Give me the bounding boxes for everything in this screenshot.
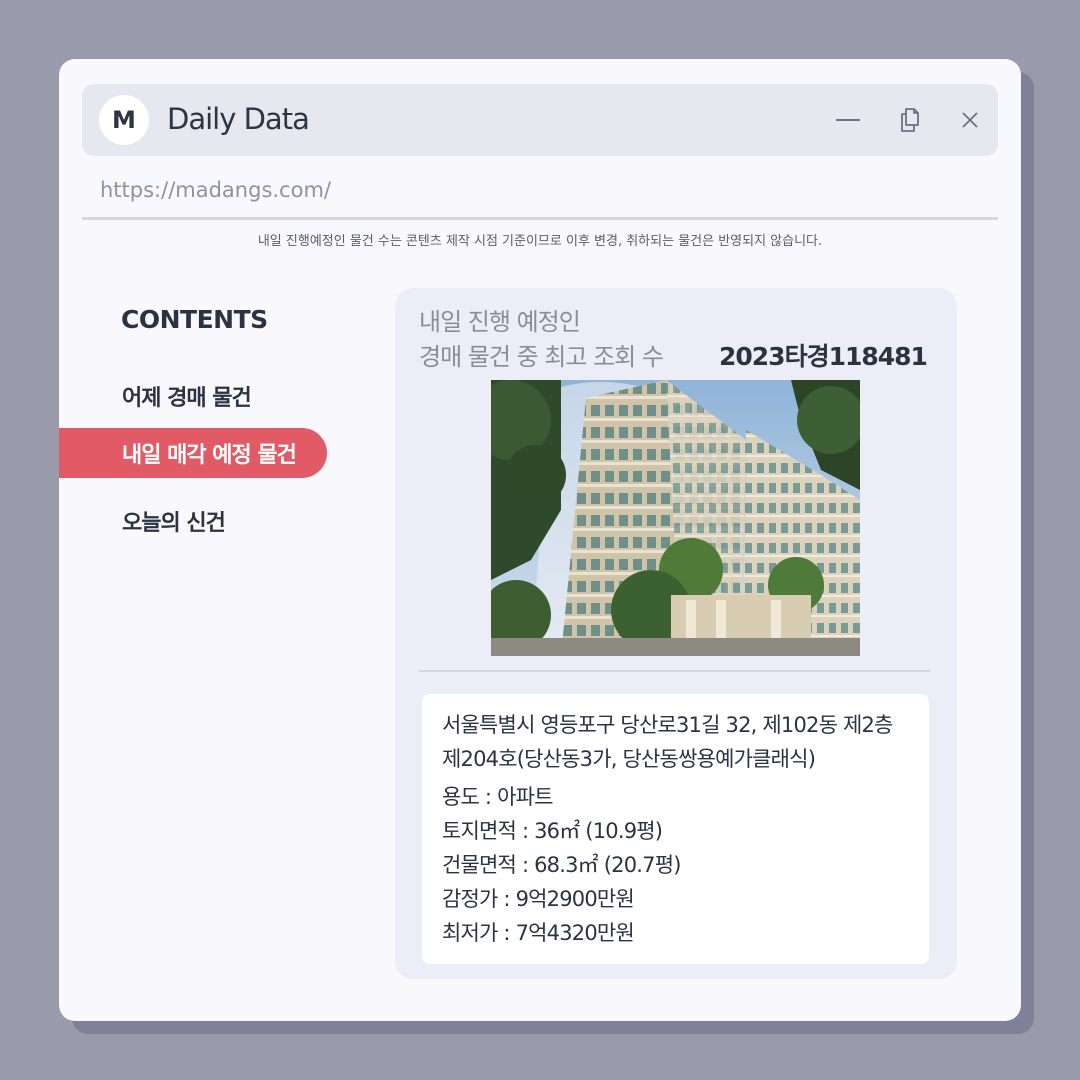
title-bar: M Daily Data bbox=[82, 84, 998, 156]
close-button[interactable] bbox=[952, 102, 988, 138]
copy-icon bbox=[901, 108, 919, 132]
property-photo bbox=[491, 380, 860, 656]
minimize-button[interactable] bbox=[830, 102, 866, 138]
nav-item-today-new[interactable]: 오늘의 신건 bbox=[59, 496, 327, 546]
contents-heading: CONTENTS bbox=[121, 305, 268, 334]
url-text[interactable]: https://madangs.com/ bbox=[100, 178, 331, 202]
usage-text: 용도 : 아파트 bbox=[442, 785, 553, 809]
app-window: M Daily Data https://madangs.com/ 내일 진행예… bbox=[59, 59, 1021, 1021]
url-underline bbox=[82, 217, 998, 220]
card-title-line1: 내일 진행 예정인 bbox=[419, 308, 581, 336]
card-divider bbox=[419, 670, 930, 672]
card-title-line2: 경매 물건 중 최고 조회 수 bbox=[419, 343, 664, 371]
building-area-text: 건물면적 : 68.3㎡ (20.7평) bbox=[442, 853, 681, 877]
close-icon bbox=[962, 112, 978, 128]
address-line-2: 제204호(당산동3가, 당산동쌍용예가클래식) bbox=[442, 747, 816, 771]
nav-item-yesterday[interactable]: 어제 경매 물건 bbox=[59, 371, 327, 421]
case-number: 2023타경118481 bbox=[719, 342, 928, 371]
app-logo: M bbox=[99, 95, 149, 145]
restore-button[interactable] bbox=[892, 102, 928, 138]
app-title: Daily Data bbox=[167, 102, 310, 136]
minimize-icon bbox=[836, 119, 860, 121]
property-details: 서울특별시 영등포구 당산로31길 32, 제102동 제2층 제204호(당산… bbox=[422, 694, 929, 964]
land-area-text: 토지면적 : 36㎡ (10.9평) bbox=[442, 819, 663, 843]
min-price-text: 최저가 : 7억4320만원 bbox=[442, 921, 635, 945]
property-card: 내일 진행 예정인 경매 물건 중 최고 조회 수 2023타경118481 서… bbox=[395, 288, 957, 979]
address-line-1: 서울특별시 영등포구 당산로31길 32, 제102동 제2층 bbox=[442, 713, 893, 737]
nav-item-tomorrow-active[interactable]: 내일 매각 예정 물건 bbox=[59, 428, 327, 478]
appraisal-text: 감정가 : 9억2900만원 bbox=[442, 887, 635, 911]
notice-text: 내일 진행예정인 물건 수는 콘텐츠 제작 시점 기준이므로 이후 변경, 취하… bbox=[257, 234, 823, 249]
